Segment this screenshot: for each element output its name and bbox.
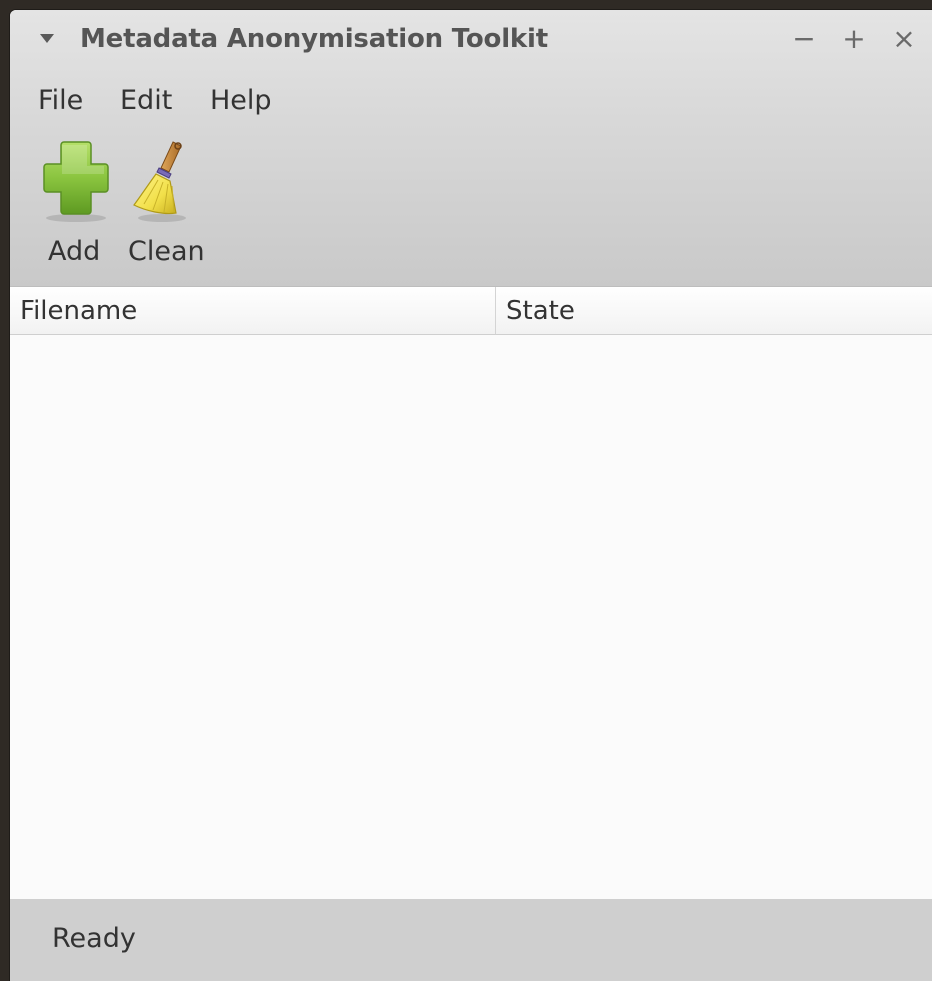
window-menu-arrow-icon[interactable] <box>40 34 54 43</box>
broom-icon <box>133 141 186 222</box>
clean-label: Clean <box>128 236 205 267</box>
column-header-filename[interactable]: Filename <box>10 287 496 335</box>
menu-bar: File Edit Help <box>10 72 932 124</box>
add-button[interactable]: Add <box>36 138 116 278</box>
menu-edit[interactable]: Edit <box>120 85 172 116</box>
window-chrome: Metadata Anonymisation Toolkit − + × Fil… <box>10 10 932 287</box>
app-window: Metadata Anonymisation Toolkit − + × Fil… <box>10 10 932 981</box>
window-title: Metadata Anonymisation Toolkit <box>80 24 548 54</box>
menu-help[interactable]: Help <box>210 85 272 116</box>
maximize-button[interactable]: + <box>840 22 868 56</box>
status-bar: Ready <box>10 899 932 981</box>
column-header-state[interactable]: State <box>496 287 932 335</box>
toolbar: Add Clean <box>10 130 932 286</box>
minimize-button[interactable]: − <box>790 22 818 56</box>
file-list[interactable]: Filename State <box>10 287 932 899</box>
title-bar[interactable]: Metadata Anonymisation Toolkit − + × <box>10 10 932 72</box>
add-label: Add <box>48 236 101 267</box>
plus-icon <box>43 141 109 222</box>
menu-file[interactable]: File <box>38 85 83 116</box>
status-text: Ready <box>52 923 136 954</box>
close-button[interactable]: × <box>890 22 918 56</box>
clean-button[interactable]: Clean <box>122 138 212 278</box>
